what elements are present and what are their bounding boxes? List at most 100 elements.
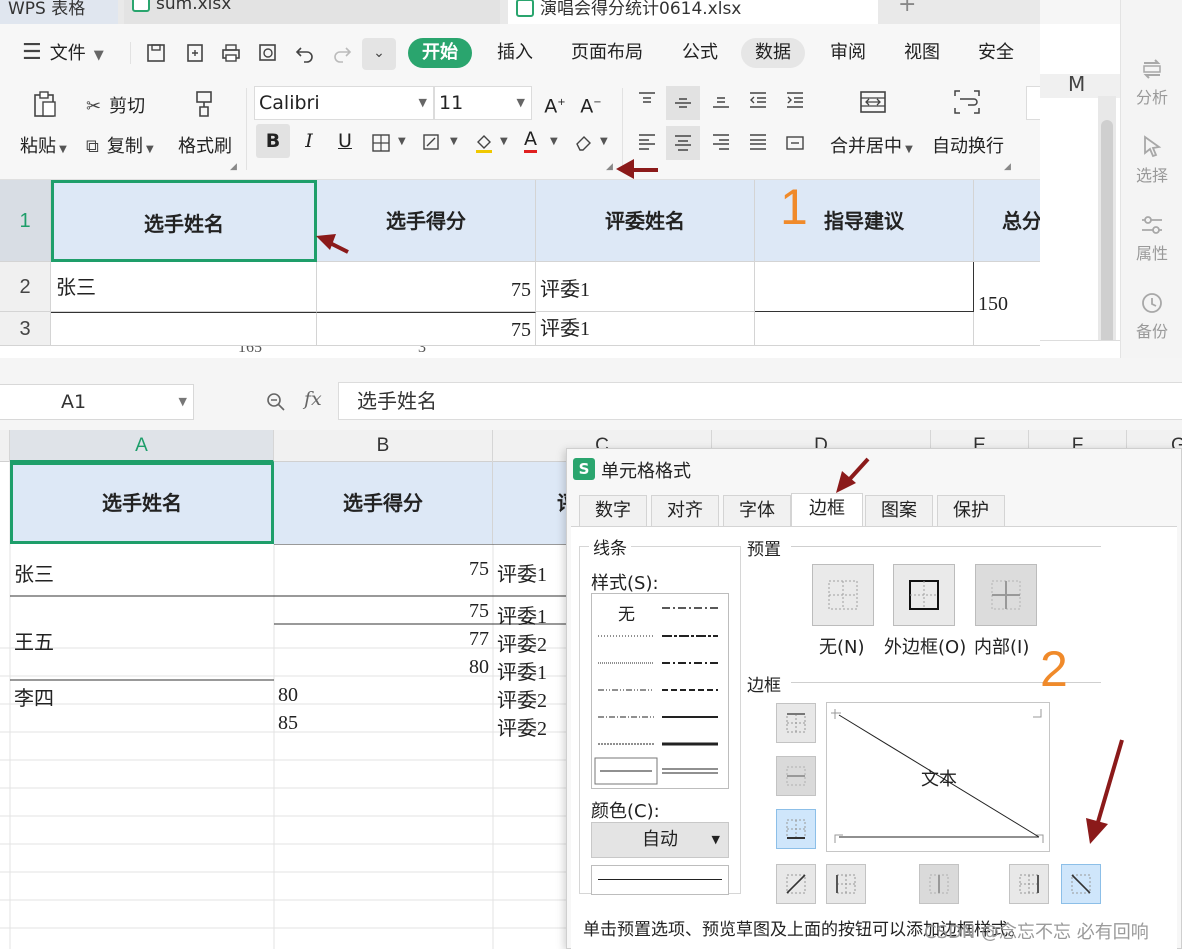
save-icon[interactable] <box>146 43 166 63</box>
rail-analysis[interactable]: 分析 <box>1121 56 1182 108</box>
menu-layout[interactable]: 页面布局 <box>571 38 643 68</box>
font-color-button[interactable]: A <box>524 128 537 153</box>
align-center-button[interactable] <box>666 126 700 160</box>
cell-a6[interactable]: 李四 <box>14 682 54 711</box>
cell-a3[interactable] <box>51 312 317 346</box>
cell-b7[interactable]: 85 <box>278 712 298 735</box>
auto-wrap-button[interactable]: 自动换行 <box>932 132 1004 158</box>
border-left-button[interactable] <box>826 864 866 904</box>
cell-c2[interactable]: 评委1 <box>497 558 547 587</box>
cell-b1[interactable]: 选手得分 <box>274 462 493 544</box>
zoom-icon[interactable] <box>266 392 286 412</box>
border-diag-up-button[interactable] <box>776 864 816 904</box>
number-format-select-edge[interactable] <box>1026 86 1040 120</box>
border-right-button[interactable] <box>1009 864 1049 904</box>
copy-button[interactable]: ⧉ 复制 ▼ <box>86 132 154 158</box>
tab-concert-xlsx[interactable]: 演唱会得分统计0614.xlsx <box>508 0 878 24</box>
menu-security[interactable]: 安全 <box>978 38 1014 68</box>
bold-button[interactable]: B <box>256 124 290 158</box>
cell-b3[interactable]: 75 <box>274 600 489 623</box>
underline-button[interactable]: U <box>328 124 362 158</box>
tab-sum-xlsx[interactable]: sum.xlsx <box>124 0 500 24</box>
new-tab-button[interactable]: + <box>890 0 930 22</box>
paste-icon[interactable] <box>32 90 58 118</box>
name-box[interactable]: A1 ▼ <box>0 384 194 420</box>
cell-b2[interactable]: 75 <box>317 262 536 312</box>
chevron-down-icon[interactable]: ▼ <box>600 136 608 147</box>
wrap-text-icon[interactable] <box>954 90 980 114</box>
cell-b2[interactable]: 75 <box>274 558 489 581</box>
formula-input[interactable]: 选手姓名 <box>338 382 1182 420</box>
format-painter-button[interactable]: 格式刷 <box>178 132 232 158</box>
italic-button[interactable]: I <box>292 124 326 158</box>
cell-a1-selected[interactable]: 选手姓名 <box>10 462 274 544</box>
cell-c3[interactable]: 评委1 <box>497 600 547 629</box>
row-header-3[interactable]: 3 <box>0 312 51 346</box>
rail-select[interactable]: 选择 <box>1121 134 1182 186</box>
merge-center-button[interactable]: 合并居中 ▼ <box>830 132 913 158</box>
print-preview-icon[interactable] <box>258 43 278 63</box>
corner-cell[interactable] <box>0 430 10 462</box>
row-header-1[interactable]: 1 <box>0 180 51 262</box>
preset-inside-button[interactable] <box>975 564 1037 626</box>
tab-alignment[interactable]: 对齐 <box>651 495 719 527</box>
menu-file[interactable]: ☰ 文件 ▼ <box>22 38 104 68</box>
column-b[interactable]: B <box>274 430 493 462</box>
chevron-down-icon[interactable]: ▼ <box>550 136 558 147</box>
rail-properties[interactable]: 属性 <box>1121 212 1182 264</box>
vertical-scrollbar[interactable] <box>1098 96 1116 360</box>
increase-font-button[interactable]: A+ <box>538 86 572 120</box>
format-painter-icon[interactable] <box>192 90 216 118</box>
dialog-titlebar[interactable]: S 单元格格式 <box>567 449 1182 489</box>
chevron-down-icon[interactable]: ▼ <box>500 136 508 147</box>
border-top-button[interactable] <box>776 703 816 743</box>
cell-c1[interactable]: 评委姓名 <box>536 180 755 262</box>
cell-a2[interactable]: 张三 <box>14 558 54 587</box>
tab-font[interactable]: 字体 <box>723 495 791 527</box>
fx-icon[interactable]: fx <box>304 388 322 410</box>
tab-pattern[interactable]: 图案 <box>865 495 933 527</box>
cell-b4[interactable]: 77 <box>274 628 489 651</box>
chevron-down-icon[interactable]: ▼ <box>450 136 458 147</box>
export-icon[interactable] <box>185 43 205 63</box>
fill-color-icon[interactable] <box>474 132 494 154</box>
align-dialog-launcher-icon[interactable]: ◢ <box>1004 162 1011 172</box>
menu-insert[interactable]: 插入 <box>497 38 533 68</box>
cell-c3[interactable]: 评委1 <box>536 312 755 346</box>
cell-c7[interactable]: 评委2 <box>497 712 547 741</box>
tab-protection[interactable]: 保护 <box>937 495 1005 527</box>
preset-outline-button[interactable] <box>893 564 955 626</box>
menu-view[interactable]: 视图 <box>904 38 940 68</box>
row-header-2[interactable]: 2 <box>0 262 51 312</box>
align-left-icon[interactable] <box>638 134 656 150</box>
border-preview-area[interactable]: 文本 <box>826 702 1050 852</box>
align-middle-button[interactable] <box>666 86 700 120</box>
line-style-swatches[interactable] <box>592 594 730 790</box>
eraser-icon[interactable] <box>574 134 594 152</box>
cell-c5[interactable]: 评委1 <box>497 656 547 685</box>
cell-d3[interactable] <box>755 312 974 346</box>
align-bottom-icon[interactable] <box>712 92 730 108</box>
font-size-select[interactable]: 11 ▼ <box>434 86 532 120</box>
font-name-select[interactable]: Calibri ▼ <box>254 86 434 120</box>
cut-button[interactable]: ✂ 剪切 <box>86 92 145 118</box>
preset-none-button[interactable] <box>812 564 874 626</box>
chevron-down-icon[interactable]: ▼ <box>398 136 406 147</box>
menu-start[interactable]: 开始 <box>408 38 472 68</box>
undo-icon[interactable] <box>295 43 315 63</box>
font-dialog-launcher-icon[interactable]: ◢ <box>606 162 613 172</box>
indent-increase-icon[interactable] <box>786 92 804 108</box>
tab-wps-home[interactable]: WPS 表格 <box>0 0 118 24</box>
conditional-format-icon[interactable] <box>423 134 443 152</box>
decrease-font-button[interactable]: A− <box>574 86 608 120</box>
border-diag-down-button[interactable] <box>1061 864 1101 904</box>
align-right-icon[interactable] <box>712 134 730 150</box>
border-bottom-button[interactable] <box>776 809 816 849</box>
cell-a1[interactable]: 选手姓名 <box>51 180 317 262</box>
color-select[interactable]: 自动 ▼ <box>591 822 729 858</box>
menu-data[interactable]: 数据 <box>741 38 805 68</box>
border-inner-v-button[interactable] <box>919 864 959 904</box>
cell-c6[interactable]: 评委2 <box>497 684 547 713</box>
tab-number[interactable]: 数字 <box>579 495 647 527</box>
cell-c4[interactable]: 评委2 <box>497 628 547 657</box>
